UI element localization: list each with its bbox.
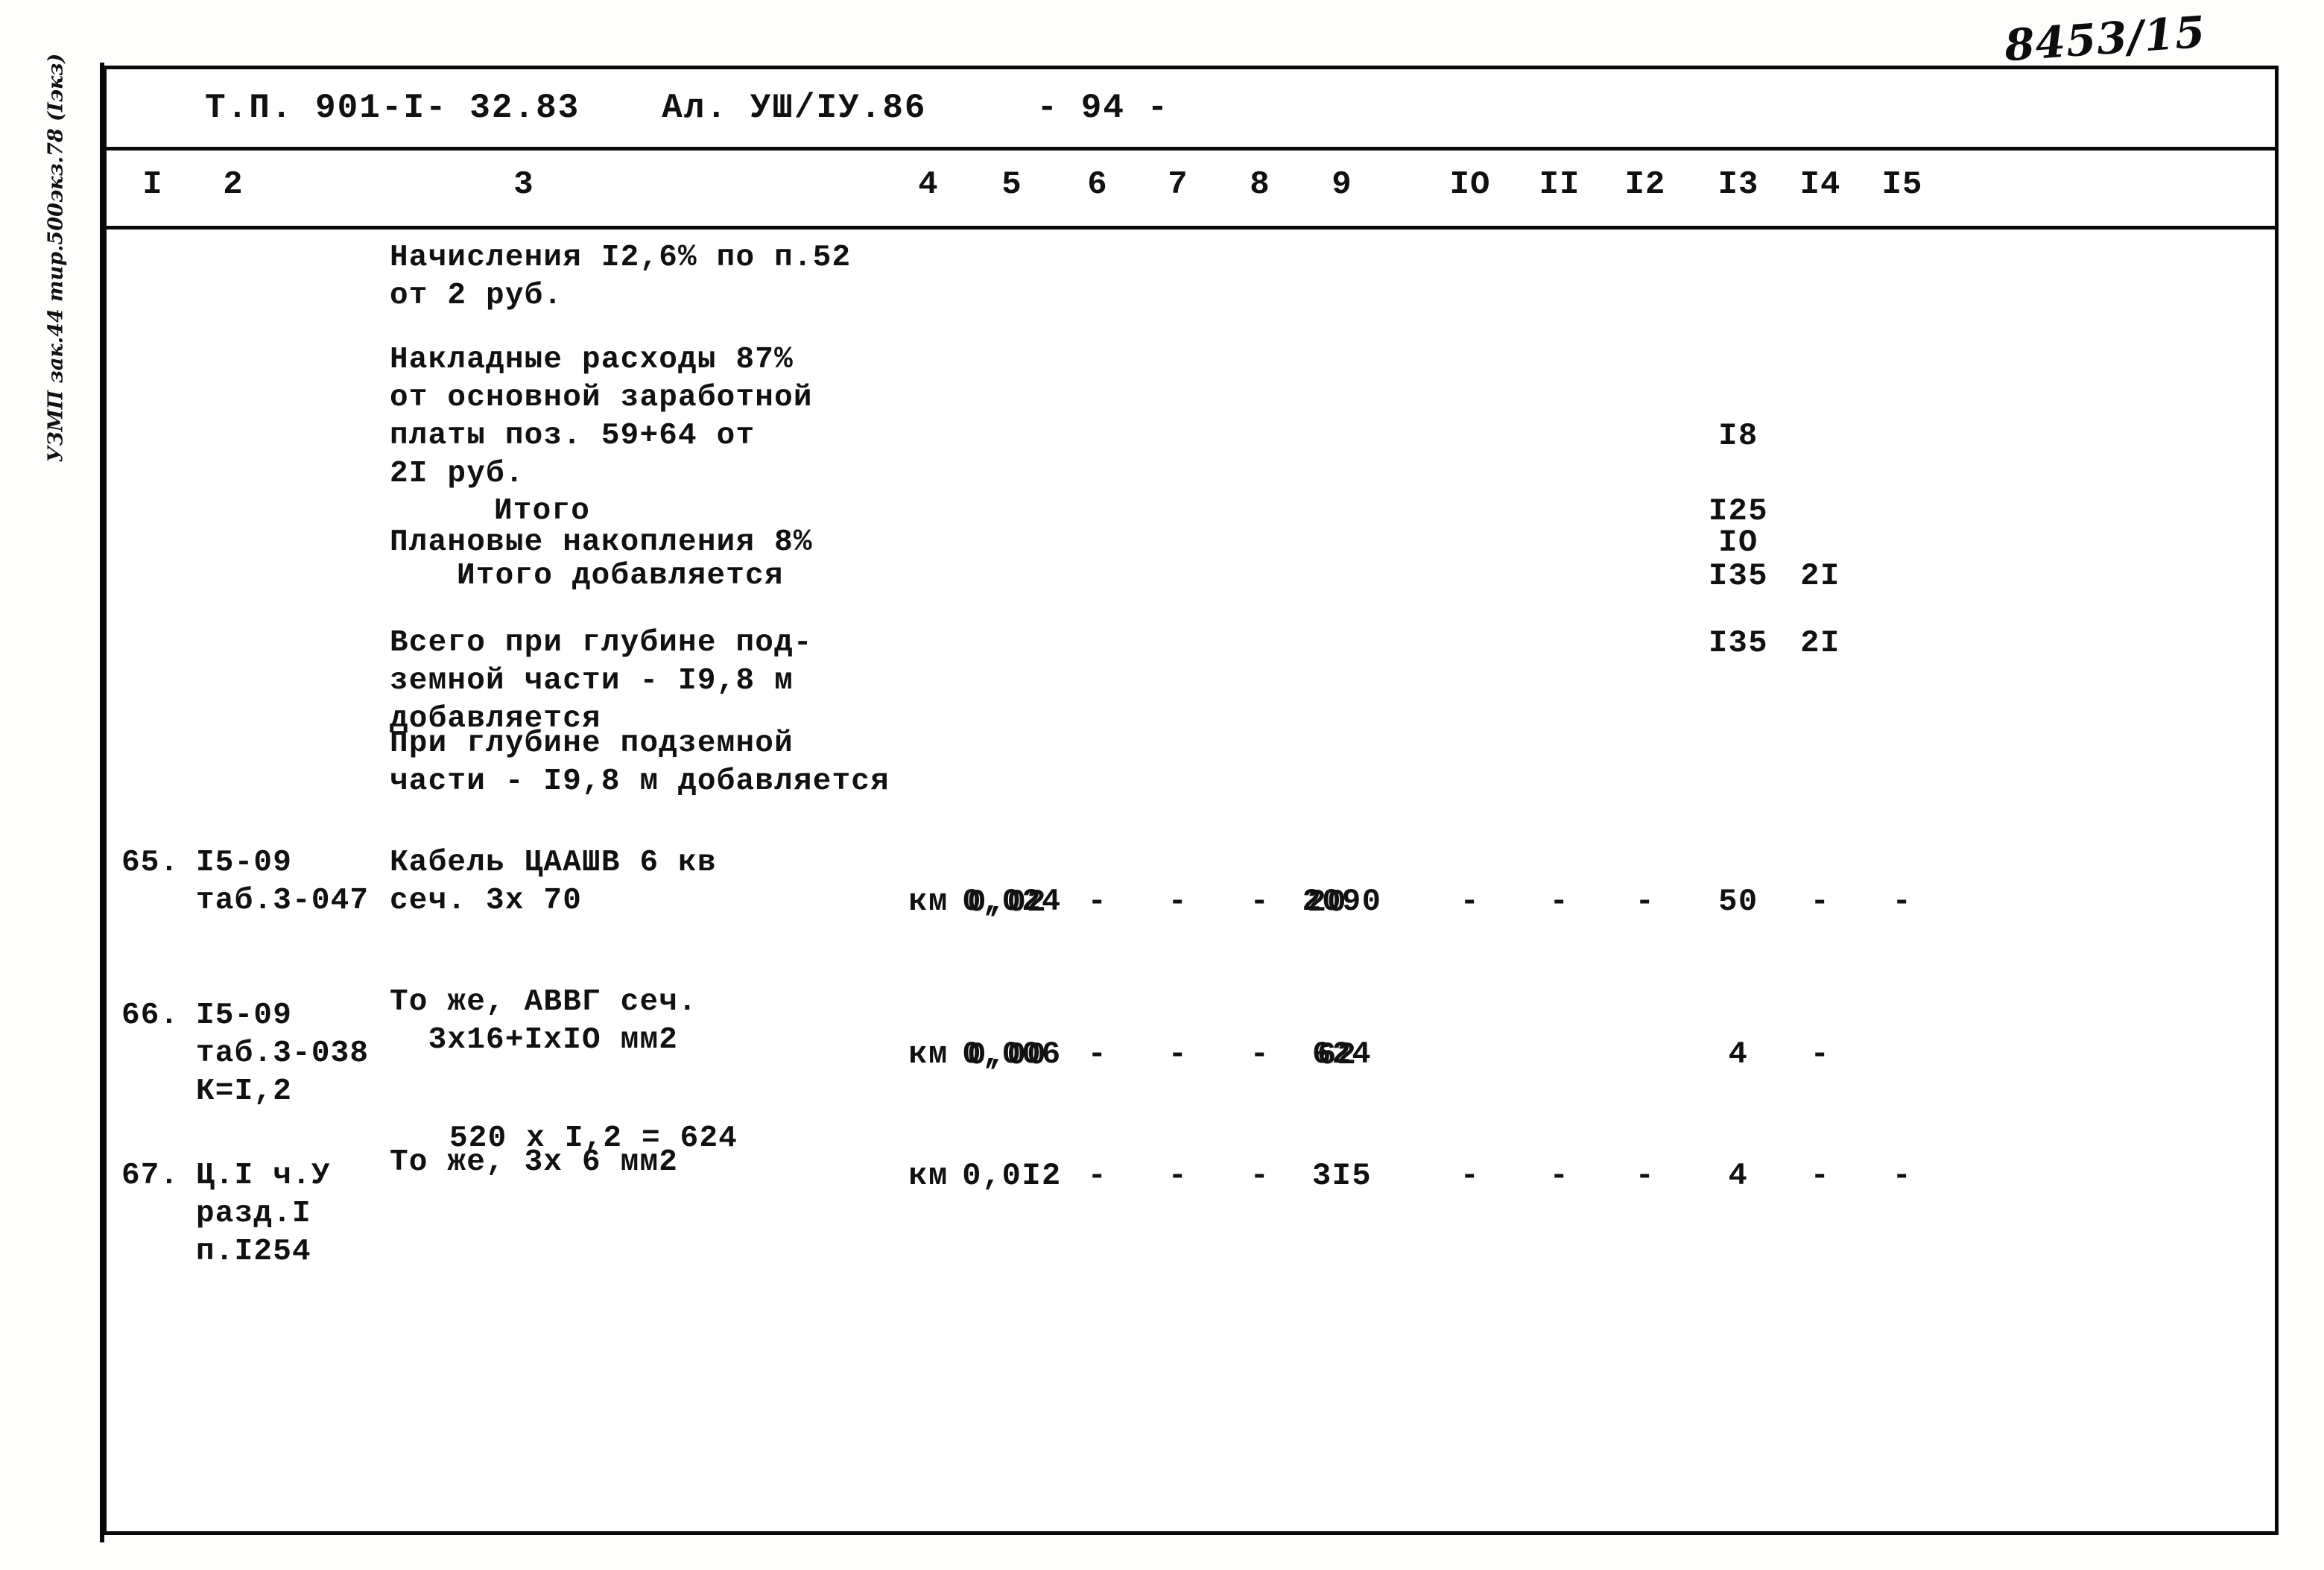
column-number-9: 9 bbox=[1332, 166, 1352, 203]
table-title-row: Т.П. 901-I- 32.83 Ал. УШ/IУ.86 - 94 - bbox=[107, 69, 2275, 147]
row-0-description: Кабель ЦААШВ 6 кв сеч. 3х 70 bbox=[390, 846, 717, 918]
column-number-4: 4 bbox=[918, 166, 939, 203]
row-2-justification: Ц.I ч.У разд.I п.I254 bbox=[196, 1159, 331, 1269]
album-code: Ал. УШ/IУ.86 bbox=[662, 89, 927, 127]
column-number-13: I3 bbox=[1717, 166, 1759, 203]
text-block-b5: Итого добавляется bbox=[457, 559, 784, 593]
row-0-col9: 2090 bbox=[1279, 883, 1405, 921]
row-0-justification: I5-09 таб.3-047 bbox=[196, 846, 370, 918]
column-number-7: 7 bbox=[1168, 166, 1188, 203]
column-number-row: I 2 3 4 5 6 7 8 9 IO II I2 I3 I4 I5 bbox=[107, 147, 2275, 226]
row-1-col14: - bbox=[1810, 1036, 1831, 1072]
block-b2-col13-value: I8 bbox=[1718, 418, 1758, 454]
text-block-b6: Всего при глубине под- земной части - I9… bbox=[390, 626, 813, 736]
column-number-8: 8 bbox=[1250, 166, 1270, 203]
row-2-description: То же, 3х 6 мм2 bbox=[390, 1145, 679, 1180]
row-0-position: 65. bbox=[121, 846, 180, 880]
row-2-position: 67. bbox=[121, 1159, 180, 1193]
specification-table: Т.П. 901-I- 32.83 Ал. УШ/IУ.86 - 94 - I2… bbox=[100, 63, 2279, 1542]
text-block-b1: Начисления I2,6% по п.52 от 2 руб. bbox=[390, 241, 852, 313]
row-2-col9: 3I5 bbox=[1311, 1158, 1372, 1194]
column-number-1: I bbox=[142, 166, 163, 203]
column-number-3: 3 bbox=[513, 166, 534, 203]
row-2-col15: - bbox=[1892, 1158, 1913, 1194]
row-1-col9: 624 bbox=[1279, 1036, 1405, 1074]
column-number-14: I4 bbox=[1799, 166, 1841, 203]
column-number-6: 6 bbox=[1087, 166, 1108, 203]
column-number-5: 5 bbox=[1001, 166, 1022, 203]
text-block-b2: Накладные расходы 87% от основной зарабо… bbox=[390, 343, 813, 491]
document-code: Т.П. 901-I- 32.83 bbox=[205, 89, 580, 127]
row-1-justification: I5-09 таб.3-038 К=I,2 bbox=[196, 998, 370, 1109]
block-b6-col14-value: 2I bbox=[1800, 625, 1840, 661]
page-number: - 94 - bbox=[1036, 89, 1170, 127]
row-1-description: То же, АВВГ сеч. 3х16+IхIO мм2 bbox=[390, 985, 697, 1057]
column-number-2: 2 bbox=[223, 166, 244, 203]
text-block-b4: Плановые накопления 8% bbox=[390, 525, 813, 560]
scanned-page: 8453/15 УЗМП зак.44 тир.500экз.78 (Iэкз)… bbox=[0, 0, 2324, 1570]
column-number-12: I2 bbox=[1624, 166, 1666, 203]
row-1-position: 66. bbox=[121, 998, 180, 1033]
archive-number-annotation: 8453/15 bbox=[2002, 6, 2208, 72]
printing-house-imprint: УЗМП зак.44 тир.500экз.78 (Iэкз) bbox=[44, 53, 68, 463]
row-0-col15: - bbox=[1892, 884, 1913, 919]
table-body: Начисления I2,6% по п.52 от 2 руб. Наклад… bbox=[107, 226, 2275, 1531]
column-number-11: II bbox=[1539, 166, 1580, 203]
column-number-15: I5 bbox=[1881, 166, 1923, 203]
column-number-10: IO bbox=[1449, 166, 1491, 203]
block-b4-col13-value: IO bbox=[1718, 525, 1758, 560]
text-block-b7: При глубине подземной части - I9,8 м доб… bbox=[390, 727, 890, 799]
block-b5-col14-value: 2I bbox=[1800, 558, 1840, 594]
